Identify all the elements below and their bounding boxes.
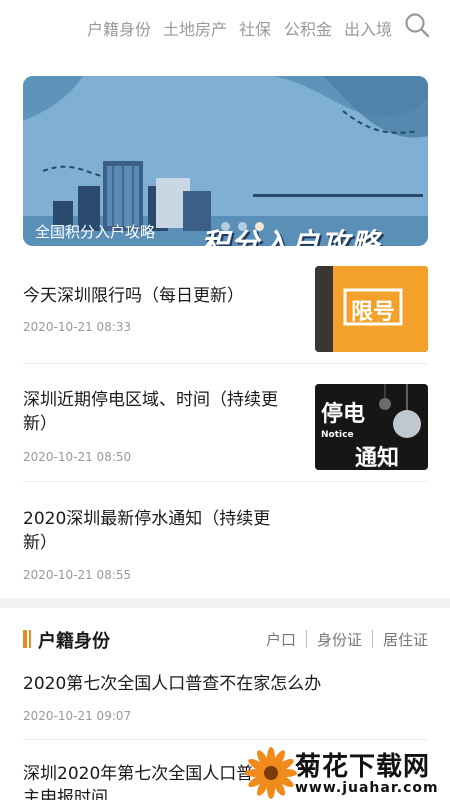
section-accent-mark [23,630,27,648]
site-watermark: 菊花下载网 www.juahar.com [244,745,450,800]
news-item[interactable]: 深圳近期停电区域、时间（持续更新） 2020-10-21 08:50 停电 No… [23,364,428,482]
search-icon[interactable] [404,12,430,38]
news-thumbnail: 限号 [315,266,428,352]
flower-logo-icon [245,747,297,799]
section-item-time: 2020-10-21 09:07 [23,709,132,723]
tab-churujing[interactable]: 出入境 [344,16,392,40]
section-links: 户口 身份证 居住证 [266,629,428,650]
news-title: 今天深圳限行吗（每日更新） [23,286,244,306]
carousel-dot[interactable] [238,222,247,231]
banner-caption: 全国积分入户攻略 [35,223,156,241]
carousel-dot-active[interactable] [255,222,264,231]
news-time: 2020-10-21 08:50 [23,450,132,464]
banner-carousel[interactable]: 积分入户攻略 全国积分入户攻略 [23,76,428,246]
link-separator [371,630,373,648]
news-title: 深圳近期停电区域、时间（持续更新） [23,390,278,434]
news-time: 2020-10-21 08:33 [23,320,132,334]
link-shenfenzheng[interactable]: 身份证 [317,629,362,650]
carousel-dots [221,222,264,231]
watermark-url: www.juahar.com [295,780,439,796]
watermark-text: 菊花下载网 [295,752,431,782]
link-hukou[interactable]: 户口 [266,629,296,650]
thumb-text: Notice [321,430,354,440]
thumb-text: 停电 [321,402,366,427]
section-list-item[interactable]: 2020第七次全国人口普查不在家怎么办 2020-10-21 09:07 [23,660,428,740]
section-header: 户籍身份 户口 身份证 居住证 [23,626,428,654]
top-nav: 户籍身份 土地房产 社保 公积金 出入境 [0,0,450,54]
tab-gongjijin[interactable]: 公积金 [284,16,332,40]
section-item-title: 2020第七次全国人口普查不在家怎么办 [23,674,322,694]
tab-huji[interactable]: 户籍身份 [87,16,151,40]
thumb-text: 限号 [351,300,396,325]
section-divider [0,598,450,608]
news-thumbnail: 停电 Notice 通知 [315,384,428,470]
carousel-dot[interactable] [221,222,230,231]
news-item[interactable]: 2020深圳最新停水通知（持续更新） 2020-10-21 08:55 [23,482,428,598]
link-juzhuzheng[interactable]: 居住证 [383,629,428,650]
section-accent-mark [29,630,31,648]
news-title: 2020深圳最新停水通知（持续更新） [23,509,271,553]
tab-tudi[interactable]: 土地房产 [163,16,227,40]
thumb-text: 通知 [355,446,400,470]
section-title: 户籍身份 [38,631,110,652]
tab-shebao[interactable]: 社保 [239,16,271,40]
news-item[interactable]: 今天深圳限行吗（每日更新） 2020-10-21 08:33 限号 [23,264,428,364]
news-time: 2020-10-21 08:55 [23,568,132,582]
link-separator [305,630,307,648]
